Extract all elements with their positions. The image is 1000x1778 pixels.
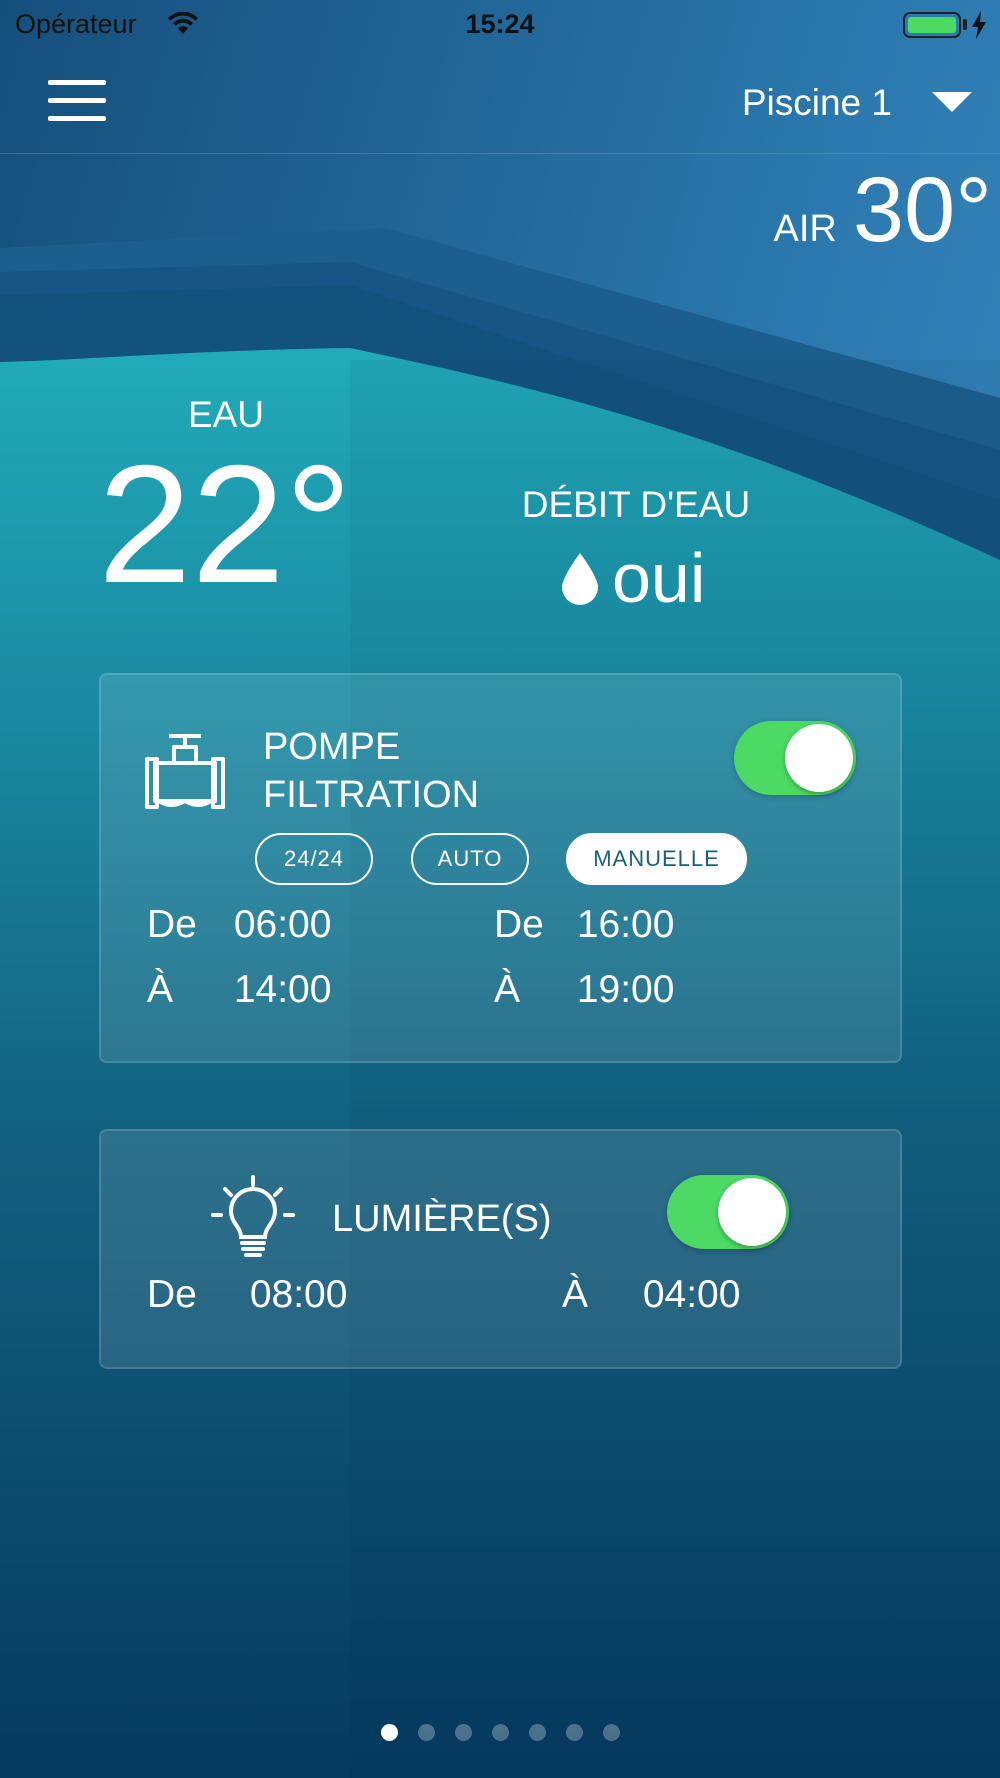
mode-24-24-button[interactable]: 24/24 [255, 833, 373, 885]
charging-bolt-icon [972, 11, 986, 39]
pump-slot2-from: De 16:00 [494, 903, 674, 947]
pump-slot1-to-time[interactable]: 14:00 [234, 968, 332, 1012]
status-time: 15:24 [465, 9, 535, 39]
light-to-time[interactable]: 04:00 [643, 1273, 741, 1317]
battery-icon [903, 12, 961, 38]
light-bulb-icon [211, 1175, 295, 1257]
page-dot[interactable] [491, 1724, 509, 1741]
page-dot[interactable] [454, 1724, 472, 1741]
light-toggle[interactable] [667, 1175, 789, 1249]
water-flow-label: DÉBIT D'EAU [521, 484, 751, 525]
valve-icon [145, 734, 225, 809]
caret-down-icon [932, 92, 972, 112]
pump-filtration-card: POMPE FILTRATION 24/24 AUTO MANUELLE De … [99, 673, 902, 1063]
light-card: LUMIÈRE(S) De 08:00 À 04:00 [99, 1129, 902, 1369]
page-dot[interactable] [602, 1724, 620, 1741]
air-temperature: AIR 30° [774, 158, 992, 263]
page-indicator [0, 1724, 1000, 1741]
pump-title-line2: FILTRATION [263, 774, 480, 816]
light-from-time[interactable]: 08:00 [250, 1273, 348, 1317]
light-title: LUMIÈRE(S) [332, 1198, 552, 1240]
pump-slot2-from-time[interactable]: 16:00 [577, 903, 675, 947]
water-temperature-value: 22° [98, 430, 353, 618]
pump-slot2-to-time[interactable]: 19:00 [577, 968, 675, 1012]
pump-toggle-knob [785, 724, 853, 792]
battery-level-fill [908, 17, 956, 33]
page-dot[interactable] [528, 1724, 546, 1741]
pump-title: POMPE FILTRATION [263, 723, 479, 819]
light-from: De 08:00 [147, 1273, 347, 1317]
app-header: Piscine 1 [0, 52, 1000, 154]
air-label: AIR [773, 208, 837, 250]
light-to: À 04:00 [562, 1273, 740, 1317]
page-dot[interactable] [565, 1724, 583, 1741]
water-flow-status: oui [560, 538, 705, 618]
page-dot[interactable] [380, 1724, 398, 1741]
air-value: 30° [852, 159, 992, 261]
light-from-label: De [147, 1273, 197, 1316]
pump-slot1-to: À 14:00 [147, 968, 331, 1012]
pump-slot1-to-label: À [147, 968, 174, 1011]
pump-slot2-from-label: De [494, 903, 544, 946]
mode-manuelle-button[interactable]: MANUELLE [566, 833, 747, 885]
page-dot[interactable] [417, 1724, 435, 1741]
pump-slot1-from-time[interactable]: 06:00 [234, 903, 332, 947]
pump-slot1-from: De 06:00 [147, 903, 331, 947]
pool-selector-dropdown[interactable]: Piscine 1 [742, 74, 972, 132]
light-to-label: À [562, 1273, 589, 1316]
water-drop-icon [562, 553, 598, 605]
pump-toggle[interactable] [734, 721, 856, 795]
pump-title-line1: POMPE [263, 726, 401, 768]
hamburger-menu-icon[interactable] [44, 78, 110, 126]
status-bar: Opérateur 15:24 [0, 0, 1000, 52]
light-toggle-knob [718, 1178, 786, 1246]
water-flow-value: oui [612, 539, 706, 617]
pump-slot1-from-label: De [147, 903, 197, 946]
pump-slot2-to-label: À [494, 968, 521, 1011]
battery-nub [963, 19, 967, 30]
pump-slot2-to: À 19:00 [494, 968, 674, 1012]
pool-name: Piscine 1 [741, 82, 892, 123]
mode-auto-button[interactable]: AUTO [411, 833, 529, 885]
